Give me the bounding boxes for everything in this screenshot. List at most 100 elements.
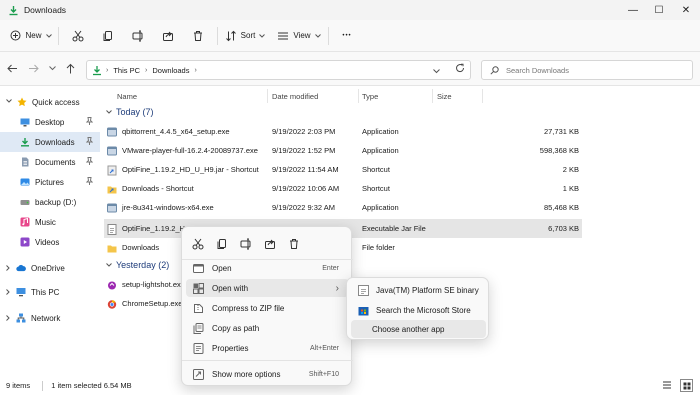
more-options-button[interactable]: ••• [333,24,361,48]
recent-chevron-icon[interactable] [45,61,59,75]
menu-item-label: Open [212,263,232,273]
exe-icon [107,127,117,138]
table-row[interactable]: VMware-player-full-16.2.4-20089737.exe 9… [104,141,582,160]
menu-item-label: Properties [212,343,249,353]
sidebar-item-label: Quick access [32,97,80,107]
sidebar-item-label: This PC [31,287,60,297]
column-header-size[interactable]: Size [437,86,452,106]
search-input[interactable]: Search Downloads [481,60,693,80]
column-header-name[interactable]: Name [117,86,137,106]
tiles-view-icon[interactable] [680,379,693,392]
sidebar-item-quick-access[interactable]: Quick access [0,92,100,112]
more-options-icon [192,368,204,380]
sidebar-item-desktop[interactable]: Desktop [0,112,100,132]
file-size: 85,468 KB [543,203,579,212]
close-button[interactable]: ✕ [672,0,700,20]
column-divider[interactable] [432,89,433,103]
file-date: 9/19/2022 2:03 PM [272,127,336,136]
share-button[interactable] [153,24,183,48]
column-header-date[interactable]: Date modified [272,86,318,106]
sidebar-item-documents[interactable]: Documents [0,152,100,172]
menu-item-choose-another-app[interactable]: Choose another app [351,320,486,338]
sidebar-item-this-pc[interactable]: This PC [0,282,100,302]
sidebar-item-pictures[interactable]: Pictures [0,172,100,192]
delete-button[interactable] [183,24,213,48]
music-icon [20,217,30,227]
breadcrumb-downloads[interactable]: Downloads [152,66,189,75]
share-icon[interactable] [262,236,278,252]
up-arrow-icon[interactable] [63,61,77,75]
menu-item-compress-zip[interactable]: Compress to ZIP file [186,299,349,317]
sidebar-item-downloads[interactable]: Downloads [0,132,100,152]
copy-button[interactable] [93,24,123,48]
menu-item-open-with[interactable]: Open with › [186,279,349,297]
view-button[interactable]: View [274,24,324,48]
new-button[interactable]: New [8,24,54,48]
open-with-icon [192,282,204,294]
window-title: Downloads [24,5,67,15]
table-row[interactable]: qbittorrent_4.4.5_x64_setup.exe 9/19/202… [104,122,582,141]
cut-button[interactable] [63,24,93,48]
refresh-icon[interactable] [453,61,467,75]
table-row[interactable]: jre-8u341-windows-x64.exe 9/19/2022 9:32… [104,198,582,217]
sidebar-item-onedrive[interactable]: OneDrive [0,258,100,278]
copy-icon[interactable] [214,236,230,252]
rename-button[interactable] [123,24,153,48]
file-name: Downloads [122,243,160,252]
menu-item-properties[interactable]: Properties Alt+Enter [186,339,349,357]
file-name: Downloads - Shortcut [122,184,194,193]
menu-item-show-more-options[interactable]: Show more options Shift+F10 [186,365,349,383]
pin-icon [85,137,94,147]
sidebar-item-backup-drive[interactable]: backup (D:) [0,192,100,212]
history-chevron-icon[interactable] [433,67,440,76]
rename-icon[interactable] [238,236,254,252]
breadcrumb-this-pc[interactable]: This PC [113,66,140,75]
group-header-yesterday[interactable]: Yesterday (2) [106,260,169,270]
sort-button[interactable]: Sort [222,24,268,48]
file-type: Application [362,127,399,136]
toolbar-divider [217,26,218,45]
menu-item-open[interactable]: Open Enter [186,259,349,277]
column-header-type[interactable]: Type [362,86,378,106]
menu-divider [182,360,353,361]
menu-item-copy-as-path[interactable]: Copy as path [186,319,349,337]
file-size: 6,703 KB [548,224,579,233]
table-row[interactable]: OptiFine_1.19.2_HD_U_H9.jar - Shortcut 9… [104,160,582,179]
column-divider[interactable] [267,89,268,103]
file-type: Shortcut [362,184,390,193]
downloads-icon [92,65,102,76]
sidebar-item-videos[interactable]: Videos [0,232,100,252]
menu-item-label: Open with [212,283,249,293]
back-arrow-icon[interactable] [5,61,19,75]
details-view-icon[interactable] [662,380,672,392]
minimize-button[interactable]: — [619,0,647,20]
address-path[interactable]: › This PC › Downloads › [86,60,471,80]
group-header-today[interactable]: Today (7) [106,107,154,117]
sidebar-item-music[interactable]: Music [0,212,100,232]
forward-arrow-icon[interactable] [26,61,40,75]
menu-item-label: Java(TM) Platform SE binary [376,285,479,295]
file-name: ChromeSetup.exe [122,299,183,308]
file-date: 9/19/2022 9:32 AM [272,203,335,212]
toolbar-divider [328,26,329,45]
menu-item-label: Compress to ZIP file [212,303,285,313]
file-type: Application [362,146,399,155]
sidebar-item-label: Videos [35,237,60,247]
file-date: 9/19/2022 10:06 AM [272,184,340,193]
menu-item-shortcut: Shift+F10 [308,370,339,378]
sidebar-item-network[interactable]: Network [0,308,100,328]
menu-item-java-binary[interactable]: Java(TM) Platform SE binary [351,281,486,299]
chevron-right-icon: › [145,66,148,74]
table-row[interactable]: Downloads - Shortcut 9/19/2022 10:06 AM … [104,179,582,198]
column-divider[interactable] [358,89,359,103]
chevron-right-icon [6,314,10,323]
trash-icon[interactable] [286,236,302,252]
maximize-button[interactable]: ☐ [645,0,673,20]
file-type: Executable Jar File [362,224,426,233]
scissors-icon[interactable] [190,236,206,252]
menu-item-label: Show more options [212,369,281,379]
menu-item-microsoft-store[interactable]: Search the Microsoft Store [351,301,486,319]
column-divider[interactable] [482,89,483,103]
chevron-down-icon [106,110,112,114]
status-divider [42,380,44,391]
